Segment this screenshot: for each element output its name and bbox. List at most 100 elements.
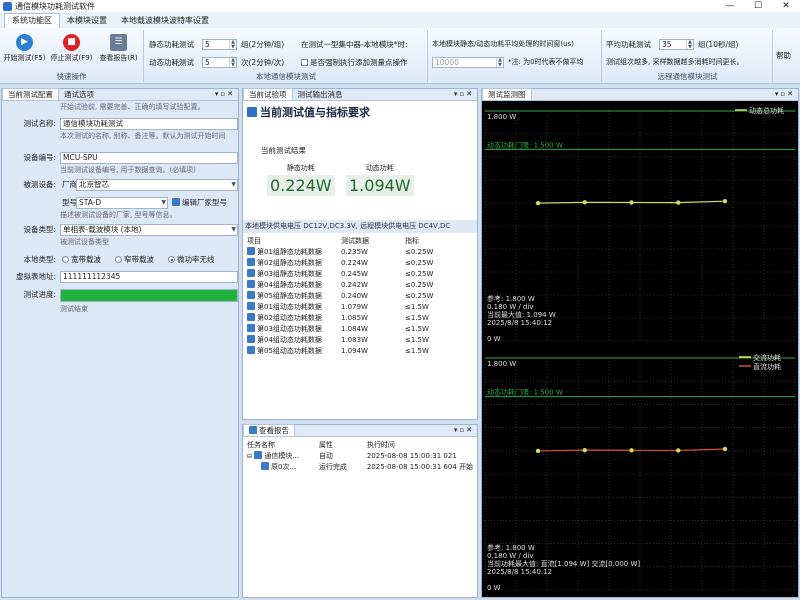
static-test-spinner[interactable]: 5 ▲ ▼: [202, 39, 237, 50]
radio-micropower[interactable]: 微功率无线: [168, 254, 215, 265]
dynamic-test-spinner[interactable]: 5 ▲ ▼: [202, 57, 237, 68]
start-test-button[interactable]: ▶ 开始测试(F5): [2, 34, 47, 63]
report-table: 任务名称 属性 执行时间 ⊟ 通信模块... 自动 2025-08-08 15:…: [245, 441, 475, 473]
tab-output-messages[interactable]: 测试输出消息: [293, 89, 348, 100]
threshold-label: 动态功耗门限: 1.500 W: [487, 388, 563, 397]
results-table: 项目 测试数据 指标 第01组静态功耗数据 0.235W ≤0.25W 第02组静态功…: [245, 236, 475, 357]
ac-dc-power-chart: 1.800 W 动态功耗门限: 1.500 W 0 W 参考: 1.800 W0.18…: [483, 350, 797, 596]
chart-line-icon: [247, 313, 255, 321]
panel-controls-icon[interactable]: ▾▫✕: [454, 425, 477, 436]
avg-window-spinner[interactable]: 10000 ▲ ▼: [432, 57, 504, 68]
chart-info-line: 0.180 W / div: [487, 552, 534, 560]
device-id-input[interactable]: MCU-SPU: [60, 152, 238, 164]
table-row[interactable]: 第03组动态功耗数据 1.084W ≤1.5W: [245, 324, 475, 335]
chart-icon: [247, 107, 257, 117]
table-row[interactable]: 第04组动态功耗数据 1.083W ≤1.5W: [245, 335, 475, 346]
virtual-address-input[interactable]: 111111112345: [60, 271, 238, 283]
model-select[interactable]: STA-D ▼: [76, 197, 168, 209]
view-report-button[interactable]: ☰ 查看报告(R): [96, 34, 141, 63]
y-min-label: 0 W: [487, 584, 501, 592]
dc-power-point: [535, 448, 541, 454]
group-local-test: 静态功耗测试 5 ▲ ▼ 组(2分钟/组) 动态功耗测试 5 ▲ ▼ 次(2分钟/次) …: [145, 30, 428, 82]
chart-line-icon: [247, 280, 255, 288]
group-remote-test: 平均功耗测试 35 ▲ ▼ 组(10秒/组) 测试组次越多, 采样数据越多消耗时间更…: [603, 30, 773, 82]
dynamic-test-label: 动态功耗测试: [149, 58, 194, 67]
test-progress-bar: [60, 289, 238, 302]
left-config-panel: 当前测试配置 通试选项 ▾▫✕ 开始试验前, 需要完善、正确的填写试验配置。 测…: [1, 88, 239, 598]
y-min-label: 0 W: [487, 335, 501, 343]
table-row[interactable]: 第02组动态功耗数据 1.085W ≤1.5W: [245, 313, 475, 324]
edit-icon: [172, 198, 180, 206]
chart-info-line: 参考: 1.800 W: [487, 543, 535, 552]
report-row[interactable]: ⊟ 通信模块... 自动 2025-08-08 15:00:31 021: [245, 451, 475, 462]
chart-line-icon: [247, 258, 255, 266]
dynamic-total-point: [676, 200, 681, 205]
tab-current-item[interactable]: 当前试验项: [243, 88, 293, 100]
legend-ac: 交流功耗: [753, 353, 781, 362]
static-power-metric: 静态功耗 0.224W: [267, 163, 335, 196]
dynamic-power-chart: 1.800 W 动态功耗门限: 1.500 W 0 W 参考: 1.800 W0.18…: [483, 103, 797, 347]
tab-monitor-chart[interactable]: 测试监测图: [482, 88, 532, 100]
panel-controls-icon[interactable]: ▾▫✕: [215, 89, 238, 100]
stop-icon: ■: [63, 34, 80, 51]
table-row[interactable]: 第02组静态功耗数据 0.224W ≤0.25W: [245, 258, 475, 269]
tab-module-settings[interactable]: 本模块设置: [60, 14, 114, 28]
test-name-input[interactable]: 通信模块功耗测试: [60, 118, 238, 130]
title-bar: 通信模块功耗测试软件 — ☐ ✕: [0, 0, 800, 12]
dc-power-point: [582, 447, 587, 453]
window-title: 通信模块功耗测试软件: [15, 1, 95, 11]
tab-report[interactable]: 查看报告: [243, 424, 295, 436]
stop-test-button[interactable]: ■ 停止测试(F9): [49, 34, 94, 63]
static-power-value: 0.224W: [267, 175, 335, 196]
progress-status: 测试结束: [60, 305, 88, 313]
threshold-label: 动态功耗门限: 1.500 W: [487, 140, 563, 149]
dynamic-power-value: 1.094W: [346, 175, 414, 196]
tab-current-config[interactable]: 当前测试配置: [2, 88, 59, 100]
maximize-icon[interactable]: ☐: [744, 0, 772, 12]
chart-info-line: 2025/8/8 15:40:12: [487, 319, 552, 327]
group-quick-ops: ▶ 开始测试(F5) ■ 停止测试(F9) ☰ 查看报告(R) 快速操作: [0, 30, 144, 82]
report-icon: [249, 426, 257, 434]
vendor-select[interactable]: 北京智芯 ▼: [76, 179, 238, 191]
report-icon: ☰: [110, 34, 127, 51]
table-row[interactable]: 第01组静态功耗数据 0.235W ≤0.25W: [245, 247, 475, 258]
dynamic-total-point: [535, 200, 541, 206]
tab-test-options[interactable]: 通试选项: [59, 89, 99, 100]
chart-line-icon: [247, 269, 255, 277]
radio-broadband[interactable]: 宽带载波: [62, 254, 101, 265]
device-type-select[interactable]: 单相表-载波模块 (本地) ▼: [60, 224, 238, 236]
edit-vendor-button[interactable]: 编辑厂家型号: [172, 197, 227, 208]
panel-title: 当前测试值与指标要求: [247, 104, 370, 120]
dynamic-total-point: [722, 199, 728, 204]
force-add-checkbox[interactable]: 是否强制执行添加测量点操作: [301, 57, 408, 68]
chart-info-line: 当前功耗最大值: 直流[1.094 W] 交流[0.000 W]: [487, 559, 640, 568]
chart-info-line: 0.180 W / div: [487, 303, 534, 311]
table-row[interactable]: 第05组静态功耗数据 0.240W ≤0.25W: [245, 291, 475, 302]
chart-line-icon: [247, 346, 255, 354]
help-button[interactable]: 帮助: [776, 50, 791, 61]
tab-baud-settings[interactable]: 本地载波模块波特率设置: [114, 14, 216, 28]
table-row[interactable]: 第05组动态功耗数据 1.094W ≤1.5W: [245, 346, 475, 357]
panel-controls-icon[interactable]: ▾▫✕: [454, 89, 477, 100]
y-max-label: 1.800 W: [487, 113, 516, 121]
close-icon[interactable]: ✕: [772, 0, 800, 12]
chart-info-line: 当前最大值: 1.094 W: [487, 310, 556, 319]
table-row[interactable]: 第04组静态功耗数据 0.242W ≤0.25W: [245, 280, 475, 291]
table-row[interactable]: 第03组静态功耗数据 0.245W ≤0.25W: [245, 269, 475, 280]
dc-power-point: [629, 448, 634, 453]
menu-bar: 系统功能区 本模块设置 本地载波模块波特率设置: [0, 12, 800, 28]
play-icon: ▶: [16, 34, 33, 51]
chart-line-icon: [247, 247, 255, 255]
chart-info-line: 2025/8/8 15:40:12: [487, 568, 552, 576]
radio-narrowband[interactable]: 窄带载波: [115, 254, 154, 265]
tab-system[interactable]: 系统功能区: [4, 13, 60, 28]
report-row[interactable]: 原0次... 运行完成 2025-08-08 15:00:31 604 开始: [245, 462, 475, 473]
supply-info: 本地模块供电电压 DC12V,DC3.3V, 远程模块供电电压 DC4V,DC: [243, 220, 477, 233]
avg-test-spinner[interactable]: 35 ▲ ▼: [659, 39, 694, 50]
chart-line-icon: [247, 291, 255, 299]
table-row[interactable]: 第01组动态功耗数据 1.079W ≤1.5W: [245, 302, 475, 313]
panel-controls-icon[interactable]: ▾▫✕: [775, 89, 798, 100]
chart-line-icon: [247, 302, 255, 310]
dc-power-point: [676, 448, 681, 453]
minimize-icon[interactable]: —: [716, 0, 744, 12]
